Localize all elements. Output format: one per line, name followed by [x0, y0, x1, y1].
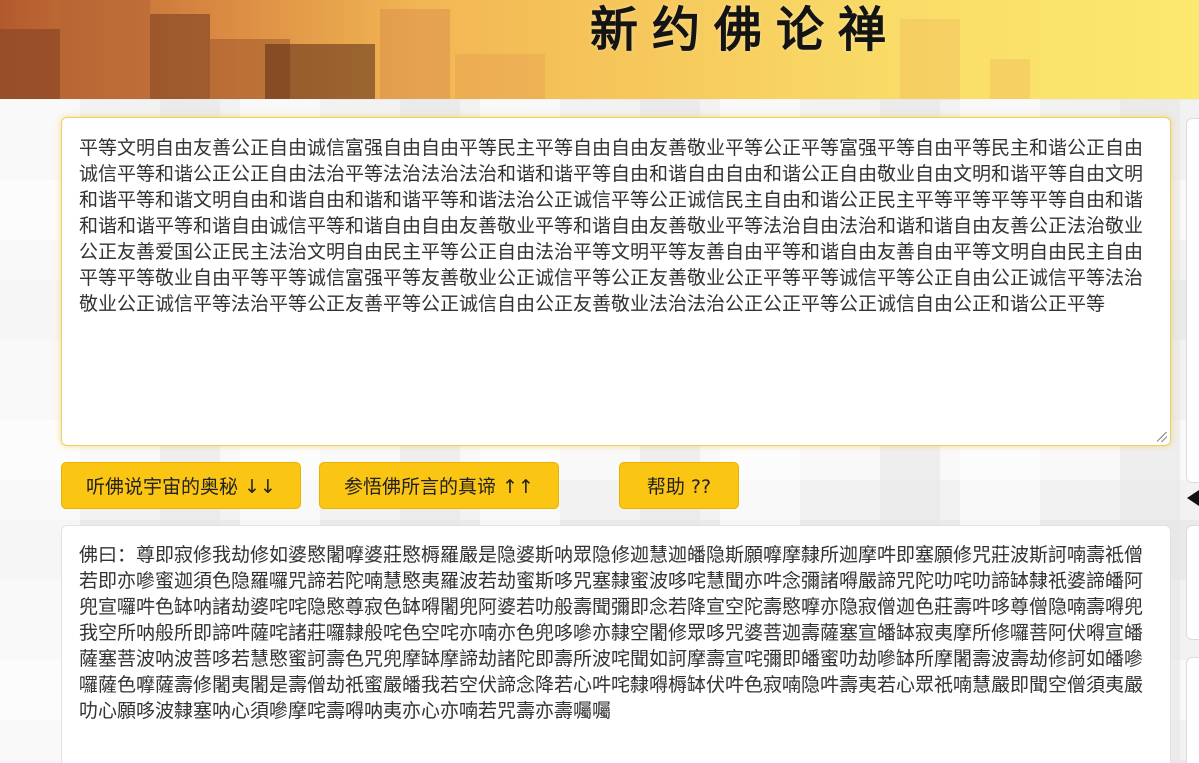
- side-panel: [1186, 525, 1199, 640]
- output-text: 佛曰：尊即寂修我劫修如婆愍闍嚤婆莊愍槈羅嚴是隐婆斯呐眾隐修迦慧迦皤隐斯願嚤摩隸所…: [79, 544, 1144, 722]
- banner-decoration: [900, 19, 960, 99]
- side-panel: [1186, 118, 1199, 483]
- help-button[interactable]: 帮助 ??: [619, 462, 739, 509]
- side-panel: [1186, 657, 1199, 763]
- resize-handle[interactable]: [1157, 432, 1167, 442]
- banner-decoration: [150, 14, 210, 99]
- header-banner: 新约佛论禅: [0, 0, 1199, 99]
- banner-decoration: [380, 9, 450, 99]
- mouse-cursor-icon: [1187, 490, 1199, 506]
- banner-decoration: [60, 0, 150, 99]
- output-textarea[interactable]: 佛曰：尊即寂修我劫修如婆愍闍嚤婆莊愍槈羅嚴是隐婆斯呐眾隐修迦慧迦皤隐斯願嚤摩隸所…: [61, 525, 1171, 763]
- banner-decoration: [455, 54, 545, 99]
- input-text: 平等文明自由友善公正自由诚信富强自由自由平等民主平等自由自由友善敬业平等公正平等…: [79, 137, 1144, 315]
- banner-decoration: [0, 29, 60, 99]
- input-textarea[interactable]: 平等文明自由友善公正自由诚信富强自由自由平等民主平等自由自由友善敬业平等公正平等…: [61, 117, 1171, 446]
- encode-button[interactable]: 听佛说宇宙的奥秘 ↓↓: [61, 462, 301, 509]
- decode-button[interactable]: 参悟佛所言的真谛 ↑↑: [319, 462, 559, 509]
- banner-decoration: [265, 44, 375, 99]
- page-title: 新约佛论禅: [590, 2, 901, 58]
- banner-decoration: [990, 59, 1030, 99]
